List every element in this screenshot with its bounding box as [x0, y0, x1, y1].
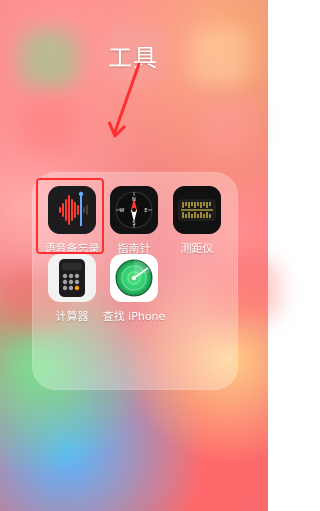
app-find-my-iphone[interactable]: 查找 iPhone — [101, 254, 167, 328]
blurred-app-icon — [190, 28, 248, 86]
svg-text:W: W — [120, 208, 125, 214]
svg-text:E: E — [144, 208, 147, 214]
svg-text:S: S — [132, 221, 135, 227]
find-my-iphone-icon — [110, 254, 158, 302]
measure-label: 测距仪 — [180, 242, 214, 255]
calculator-icon — [48, 254, 96, 302]
app-measure[interactable]: 测距仪 — [164, 186, 230, 260]
compass-icon: N S W E — [110, 186, 158, 234]
blurred-app-icon — [20, 96, 78, 154]
svg-text:N: N — [132, 197, 136, 203]
find-my-iphone-label: 查找 iPhone — [102, 310, 166, 323]
measure-icon — [173, 186, 221, 234]
annotation-arrow-icon — [107, 62, 141, 138]
blurred-app-icon — [200, 95, 258, 153]
blurred-app-icon — [20, 30, 78, 88]
